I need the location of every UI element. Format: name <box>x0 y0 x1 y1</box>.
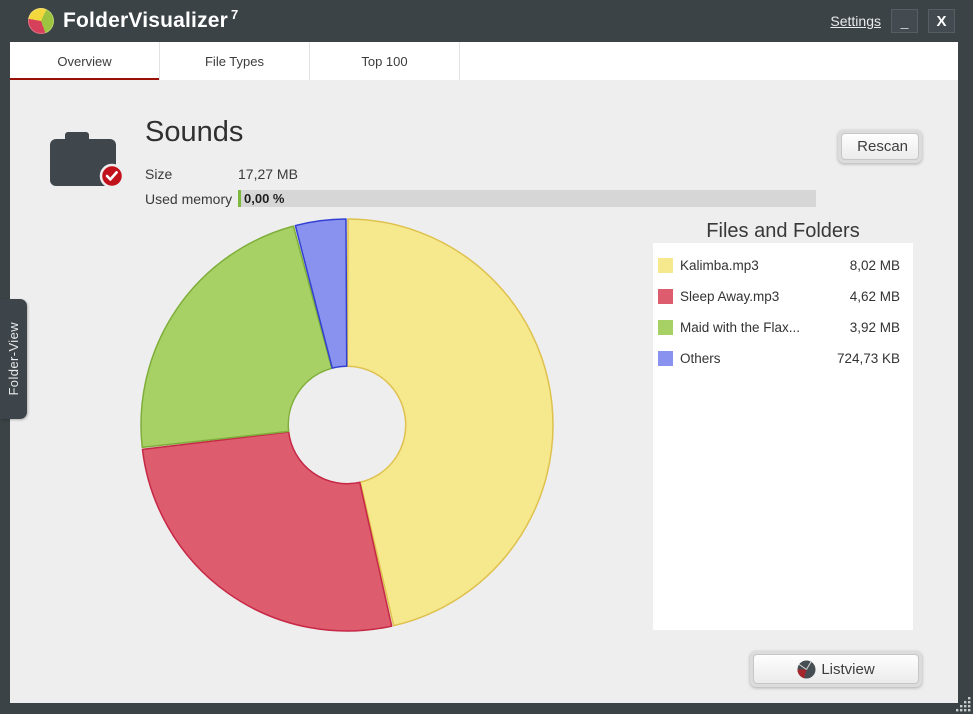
chart-slice[interactable] <box>141 431 393 632</box>
rescan-label: Rescan <box>857 138 908 155</box>
legend-item-size: 4,62 MB <box>849 289 900 304</box>
used-memory-value: 0,00 % <box>244 191 285 206</box>
folder-icon <box>50 132 125 189</box>
chart-slice[interactable] <box>140 225 333 449</box>
legend-swatch-icon <box>658 351 673 366</box>
tab-file-types[interactable]: File Types <box>160 42 310 80</box>
content-area: Sounds Size 17,27 MB Used memory 0,00 % … <box>10 80 958 703</box>
rescan-button[interactable]: Rescan <box>838 130 922 163</box>
legend-row[interactable]: Sleep Away.mp3 4,62 MB <box>653 281 913 312</box>
close-button[interactable]: X <box>928 9 955 33</box>
size-label: Size <box>145 166 173 182</box>
legend-swatch-icon <box>658 320 673 335</box>
legend-row[interactable]: Others 724,73 KB <box>653 343 913 374</box>
legend-item-label: Others <box>680 351 721 366</box>
tab-top-100[interactable]: Top 100 <box>310 42 460 80</box>
listview-label: Listview <box>821 660 875 678</box>
used-memory-fill <box>238 190 242 207</box>
app-logo-pie-icon <box>28 8 54 34</box>
legend-item-label: Maid with the Flax... <box>680 320 801 335</box>
settings-link[interactable]: Settings <box>830 13 881 29</box>
legend-item-size: 724,73 KB <box>836 351 900 366</box>
used-memory-bar: 0,00 % <box>238 190 816 207</box>
titlebar: FolderVisualizer 7 Settings _ X <box>0 0 973 42</box>
sidebar-tab-label: Folder-View <box>6 322 21 396</box>
listview-pie-icon <box>797 660 816 678</box>
app-window: FolderVisualizer 7 Settings _ X Overview… <box>0 0 973 714</box>
minimize-button[interactable]: _ <box>891 9 918 33</box>
sidebar-tab-folder-view[interactable]: Folder-View <box>0 299 27 419</box>
legend-item-label: Kalimba.mp3 <box>680 258 759 273</box>
legend-item-label: Sleep Away.mp3 <box>680 289 780 304</box>
size-value: 17,27 MB <box>238 166 298 182</box>
page-title: Sounds <box>145 116 244 148</box>
legend-row[interactable]: Maid with the Flax... 3,92 MB <box>653 312 913 343</box>
legend-item-size: 8,02 MB <box>849 258 900 273</box>
tab-overview[interactable]: Overview <box>10 42 160 80</box>
resize-grip[interactable] <box>956 697 971 712</box>
listview-button[interactable]: Listview <box>750 651 922 687</box>
legend-panel: Kalimba.mp3 8,02 MB Sleep Away.mp3 4,62 … <box>653 243 913 630</box>
app-title: FolderVisualizer <box>63 9 229 32</box>
legend-item-size: 3,92 MB <box>849 320 900 335</box>
tabbar: Overview File Types Top 100 <box>10 42 958 80</box>
donut-chart <box>140 218 554 632</box>
app-version: 7 <box>231 6 239 22</box>
legend-swatch-icon <box>658 289 673 304</box>
legend-row[interactable]: Kalimba.mp3 8,02 MB <box>653 250 913 281</box>
used-memory-label: Used memory <box>145 191 233 207</box>
legend-swatch-icon <box>658 258 673 273</box>
legend-panel-title: Files and Folders <box>706 220 860 242</box>
